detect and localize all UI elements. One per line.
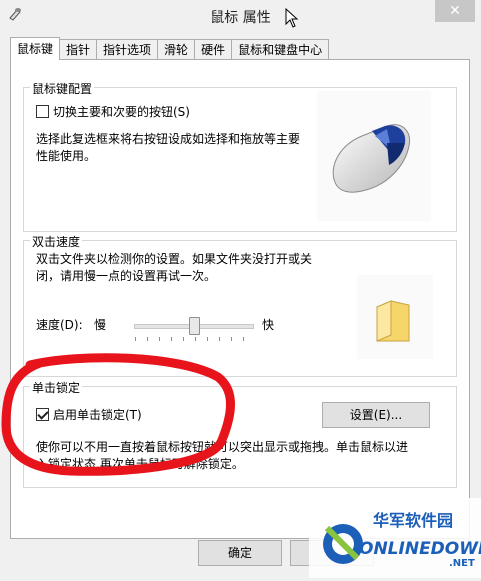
slider-tick [243, 337, 244, 341]
mouse-properties-window: 鼠标 属性 ✕ 鼠标键 指针 指针选项 滑轮 硬件 鼠标和键盘中心 鼠标键配置 … [0, 0, 481, 578]
swap-buttons-label: 切换主要和次要的按钮(S) [53, 105, 190, 119]
button-config-title: 鼠标键配置 [30, 80, 95, 97]
slider-tick [135, 337, 136, 341]
swap-buttons-checkbox[interactable] [36, 105, 49, 118]
highlight-annotation [1, 353, 235, 476]
test-folder[interactable] [357, 275, 433, 359]
slider-tick [183, 337, 184, 341]
close-icon: ✕ [449, 3, 461, 19]
watermark-en: ONLINEDOWN [359, 539, 481, 559]
fast-label: 快 [262, 318, 275, 332]
watermark-logo-icon: 华军软件园 ONLINEDOWN .NET [309, 498, 481, 578]
watermark-suffix: .NET [449, 558, 475, 569]
slider-tick [195, 337, 196, 341]
tab-mouse-buttons[interactable]: 鼠标键 [10, 37, 61, 60]
slider-tick [231, 337, 232, 341]
speed-label: 速度(D): [36, 318, 83, 332]
tab-hardware[interactable]: 硬件 [194, 39, 233, 60]
slider-tick [159, 337, 160, 341]
tab-pointer-options[interactable]: 指针选项 [96, 39, 159, 60]
slow-label: 慢 [94, 318, 107, 332]
slider-tick [171, 337, 172, 341]
ok-button[interactable]: 确定 [198, 540, 282, 566]
mouse-illustration-icon [332, 124, 411, 193]
double-click-description-line1: 双击文件夹以检测你的设置。如果文件夹没打开或关 [36, 252, 313, 266]
slider-tick [219, 337, 220, 341]
mouse-cursor-icon [285, 8, 299, 28]
mouse-image [317, 91, 431, 221]
tab-strip: 鼠标键 指针 指针选项 滑轮 硬件 鼠标和键盘中心 [10, 37, 330, 60]
slider-tick [207, 337, 208, 341]
slider-tick [147, 337, 148, 341]
tab-pointers[interactable]: 指针 [59, 39, 98, 60]
double-click-title: 双击速度 [30, 233, 83, 250]
button-config-group: 鼠标键配置 切换主要和次要的按钮(S) 选择此复选框来将右按钮设成如选择和拖放等… [23, 80, 457, 232]
swap-description-line1: 选择此复选框来将右按钮设成如选择和拖放等主要 [36, 132, 301, 146]
site-watermark: 华军软件园 ONLINEDOWN .NET [309, 498, 481, 578]
folder-icon [376, 300, 410, 342]
close-button[interactable]: ✕ [435, 0, 475, 22]
title-bar: 鼠标 属性 ✕ [0, 0, 481, 33]
tab-wheel[interactable]: 滑轮 [157, 39, 196, 60]
double-click-description-line2: 闭，请用慢一点的设置再试一次。 [36, 269, 217, 283]
watermark-cn: 华军软件园 [373, 511, 453, 530]
swap-description-line2: 性能使用。 [36, 149, 97, 163]
swap-buttons-option[interactable]: 切换主要和次要的按钮(S) [36, 104, 190, 121]
window-title: 鼠标 属性 [210, 10, 271, 26]
tab-mouse-keyboard-center[interactable]: 鼠标和键盘中心 [231, 39, 330, 60]
click-lock-settings-button[interactable]: 设置(E)... [322, 402, 430, 428]
speed-slider-thumb[interactable] [188, 317, 200, 335]
